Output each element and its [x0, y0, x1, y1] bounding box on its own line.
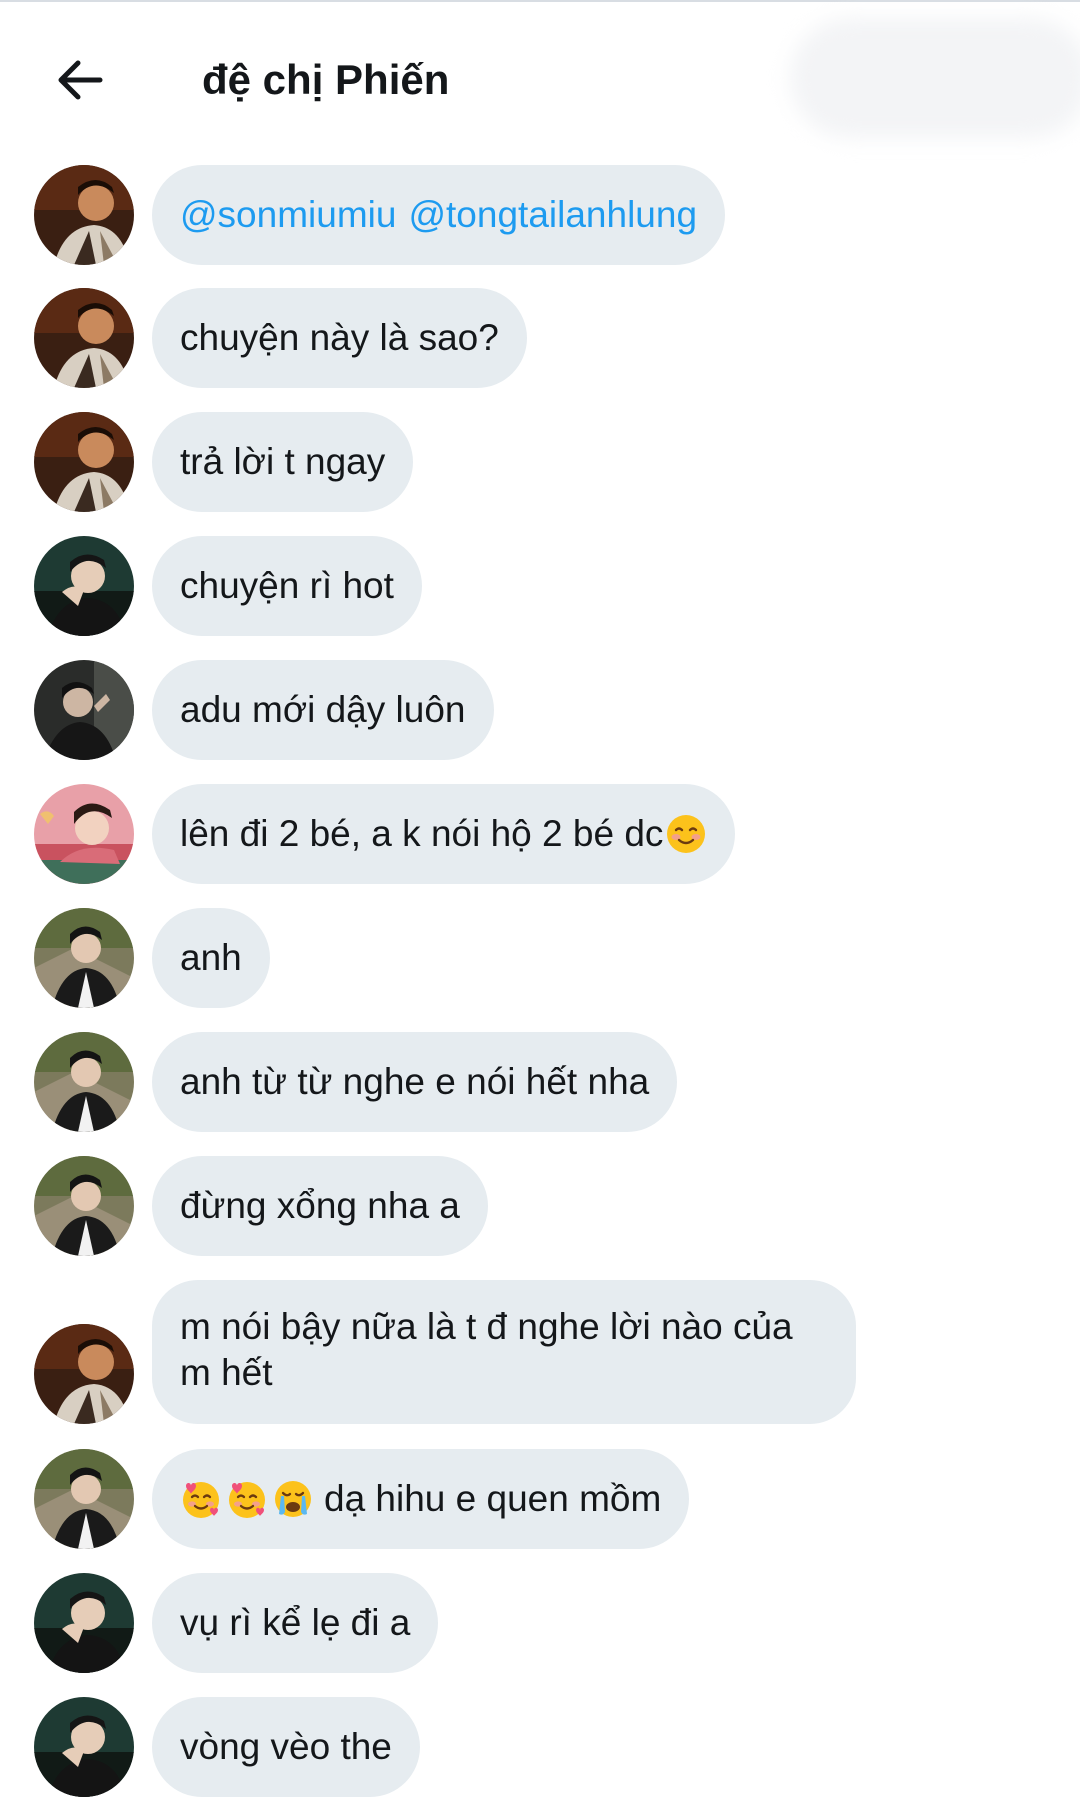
message-text: anh: [180, 937, 242, 978]
crying-emoji-icon: [275, 1481, 311, 1517]
message-text: đừng xổng nha a: [180, 1185, 460, 1226]
message-text: vòng vèo the: [180, 1726, 392, 1767]
mention-link[interactable]: @tongtailanhlung: [408, 192, 697, 238]
mention-link[interactable]: @sonmiumiu: [180, 192, 396, 238]
arrow-left-icon: [58, 60, 103, 100]
message-bubble[interactable]: anh từ từ nghe e nói hết nha: [152, 1032, 678, 1132]
user-avatar[interactable]: [34, 1324, 134, 1424]
message-bubble[interactable]: m nói bậy nữa là t đ nghe lời nào của m …: [152, 1280, 856, 1424]
user-avatar[interactable]: [34, 1449, 134, 1549]
conversation-title: đệ chị Phiến: [202, 56, 450, 103]
user-avatar[interactable]: [34, 1573, 134, 1673]
user-avatar[interactable]: [34, 660, 134, 760]
message-text: dạ hihu e quen mồm: [324, 1478, 662, 1519]
message-text: chuyện này là sao?: [180, 317, 499, 358]
user-avatar[interactable]: [34, 412, 134, 512]
smiling-blush-emoji-icon: [667, 815, 706, 853]
smiling-hearts-emoji-icon: [183, 1482, 219, 1518]
message-bubble[interactable]: adu mới dậy luôn: [152, 660, 494, 760]
message-bubble[interactable]: anh: [152, 908, 270, 1008]
message-text: trả lời t ngay: [180, 441, 386, 482]
message-bubble[interactable]: chuyện này là sao?: [152, 288, 527, 388]
message-bubble[interactable]: chuyện rì hot: [152, 536, 422, 636]
message-bubble[interactable]: @sonmiumiu @tongtailanhlung: [152, 165, 726, 265]
user-avatar[interactable]: [34, 908, 134, 1008]
message-text: adu mới dậy luôn: [180, 689, 466, 730]
message-text: lên đi 2 bé, a k nói hộ 2 bé dc: [180, 813, 664, 854]
emoji-group: [180, 1478, 318, 1520]
message-bubble[interactable]: dạ hihu e quen mồm: [152, 1449, 690, 1549]
user-avatar[interactable]: [34, 784, 134, 884]
message-text: vụ rì kể lẹ đi a: [180, 1602, 411, 1643]
message-bubble[interactable]: lên đi 2 bé, a k nói hộ 2 bé dc: [152, 784, 736, 884]
back-button[interactable]: [46, 42, 114, 118]
user-avatar[interactable]: [34, 536, 134, 636]
user-avatar[interactable]: [34, 1032, 134, 1132]
message-bubble[interactable]: trả lời t ngay: [152, 412, 414, 512]
conversation-header: đệ chị Phiến: [0, 0, 1080, 160]
smiling-hearts-emoji-icon: [229, 1482, 265, 1518]
user-avatar[interactable]: [34, 288, 134, 388]
message-text: m nói bậy nữa là t đ nghe lời nào của m …: [180, 1306, 793, 1393]
redaction-smudge: [790, 18, 1080, 138]
message-bubble[interactable]: đừng xổng nha a: [152, 1156, 488, 1256]
user-avatar[interactable]: [34, 1697, 134, 1797]
message-text: anh từ từ nghe e nói hết nha: [180, 1061, 650, 1102]
user-avatar[interactable]: [34, 165, 134, 265]
message-bubble[interactable]: vụ rì kể lẹ đi a: [152, 1573, 439, 1673]
message-text: chuyện rì hot: [180, 565, 394, 606]
user-avatar[interactable]: [34, 1156, 134, 1256]
message-bubble[interactable]: vòng vèo the: [152, 1697, 420, 1797]
